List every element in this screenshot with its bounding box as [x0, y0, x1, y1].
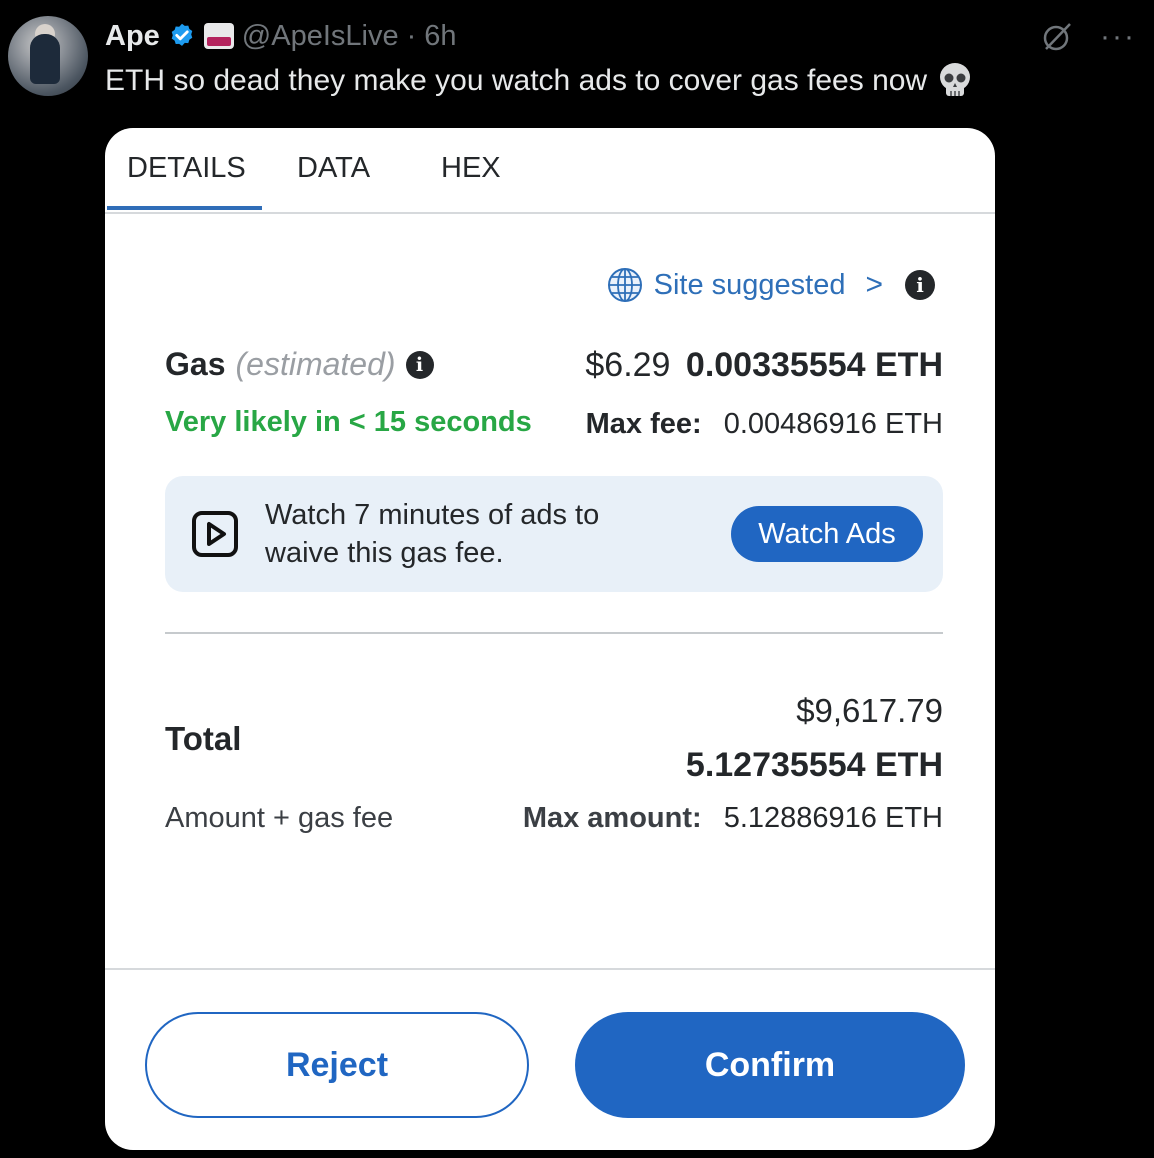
max-amount-value: 5.12886916 ETH — [723, 802, 943, 834]
author-handle[interactable]: @ApeIsLive — [242, 20, 399, 53]
affiliate-badge-icon[interactable] — [203, 23, 234, 49]
gas-usd: $6.29 — [585, 346, 671, 384]
max-fee: Max fee: 0.00486916 ETH — [586, 408, 943, 441]
more-icon[interactable]: ··· — [1100, 22, 1136, 52]
watch-ads-banner: Watch 7 minutes of ads to waive this gas… — [165, 476, 943, 592]
gas-label: Gas (estimated) i — [165, 346, 434, 383]
total-usd: $9,617.79 — [796, 692, 943, 729]
grok-icon[interactable] — [1040, 20, 1074, 54]
tweet-header: Ape @ApeIsLive · 6h — [105, 14, 457, 58]
tab-details[interactable]: DETAILS — [127, 148, 246, 188]
tweet-text: ETH so dead they make you watch ads to c… — [105, 62, 973, 100]
author-name[interactable]: Ape — [105, 20, 160, 53]
tab-hex[interactable]: HEX — [441, 148, 501, 188]
info-icon[interactable]: i — [405, 350, 434, 379]
confirm-button[interactable]: Confirm — [575, 1012, 965, 1118]
gas-title: Gas — [165, 346, 226, 382]
amount-plus-gas-label: Amount + gas fee — [165, 802, 394, 834]
gas-amount: $6.29 0.00335554 ETH — [585, 346, 943, 385]
footer-divider — [105, 968, 995, 970]
site-suggested-label: Site suggested — [653, 268, 846, 301]
info-icon[interactable]: i — [905, 270, 935, 300]
globe-icon — [607, 268, 642, 302]
active-tab-indicator — [107, 206, 262, 210]
gas-estimated: (estimated) — [235, 346, 396, 382]
transaction-card-image: DETAILS DATA HEX Site suggested > i Gas … — [105, 128, 995, 1150]
gas-eth: 0.00335554 ETH — [685, 346, 943, 384]
max-amount-label: Max amount: — [522, 802, 702, 834]
max-fee-label: Max fee: — [585, 408, 702, 440]
tweet-text-content: ETH so dead they make you watch ads to c… — [105, 64, 928, 97]
watch-ads-text: Watch 7 minutes of ads to waive this gas… — [265, 499, 600, 569]
tab-bar: DETAILS DATA HEX — [105, 128, 995, 214]
tweet-time[interactable]: · 6h — [407, 20, 457, 53]
max-amount: Max amount: 5.12886916 ETH — [523, 802, 943, 835]
total-eth: 5.12735554 ETH — [685, 746, 943, 784]
skull-emoji-icon — [940, 63, 971, 96]
max-fee-value: 0.00486916 ETH — [723, 408, 943, 440]
tab-data[interactable]: DATA — [297, 148, 370, 188]
total-label: Total — [165, 720, 242, 757]
reject-button[interactable]: Reject — [145, 1012, 529, 1118]
watch-ads-button[interactable]: Watch Ads — [731, 506, 923, 562]
divider — [165, 632, 943, 634]
tweet-actions-top: ··· — [1040, 20, 1136, 54]
verified-badge-icon — [171, 23, 193, 46]
avatar[interactable] — [8, 16, 88, 96]
gas-speed-estimate: Very likely in < 15 seconds — [165, 406, 532, 438]
site-suggested-link[interactable]: Site suggested > i — [606, 266, 935, 304]
play-icon — [192, 511, 238, 557]
avatar-figure — [30, 34, 60, 84]
chevron-right-icon: > — [865, 268, 883, 301]
